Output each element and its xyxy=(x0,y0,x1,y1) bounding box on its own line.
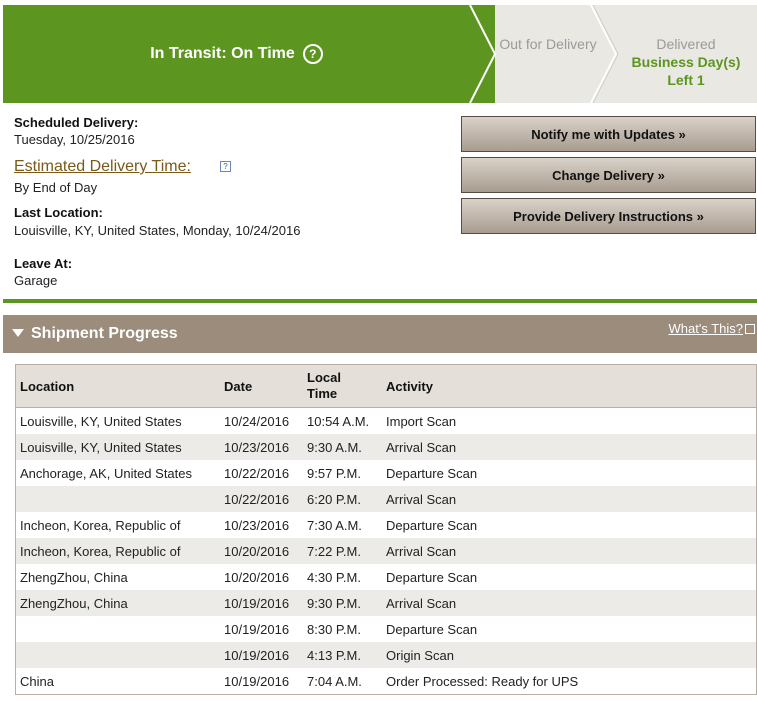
table-body: Louisville, KY, United States 10/24/2016 1… xyxy=(15,408,757,695)
table-row: Incheon, Korea, Republic of 10/20/2016 7:2… xyxy=(15,538,757,564)
cell-date: 10/19/2016 xyxy=(224,673,290,689)
last-location-value: Louisville, KY, United States, Monday, 1… xyxy=(14,223,301,238)
table-row: 10/22/2016 6:20 P.M. Arrival Scan xyxy=(15,486,757,512)
days-left: Business Day(s) Left 1 xyxy=(631,54,741,88)
table-row: ZhengZhou, China 10/20/2016 4:30 P.M. Depar… xyxy=(16,564,757,590)
table-row: Anchorage, AK, United States 10/22/2016 9:… xyxy=(16,460,757,486)
cell-location: Incheon, Korea, Republic of xyxy=(20,517,181,533)
cell-location: Louisville, KY, United States xyxy=(20,439,182,455)
cell-activity: Departure Scan xyxy=(386,517,478,533)
col-local-time-text: Local Time xyxy=(307,370,341,401)
cell-time: 9:30 P.M. xyxy=(307,595,361,611)
cell-date: 10/22/2016 xyxy=(224,491,290,507)
table-row: Louisville, KY, United States 10/24/2016 1… xyxy=(16,408,757,435)
cell-time: 4:30 P.M. xyxy=(307,569,361,585)
current-stage-text: In Transit: On Time xyxy=(150,45,295,62)
cell-location: ZhengZhou, China xyxy=(20,569,128,585)
cell-activity: Arrival Scan xyxy=(386,543,457,559)
cell-activity: Departure Scan xyxy=(386,569,478,585)
cell-location: Louisville, KY, United States xyxy=(20,413,182,429)
cell-activity: Departure Scan xyxy=(386,621,478,637)
external-link-icon xyxy=(745,324,755,334)
stage-delivered-label: Delivered xyxy=(656,36,716,52)
cell-location: Anchorage, AK, United States xyxy=(20,465,192,481)
col-local-time: Local Time xyxy=(303,364,382,408)
table-row: 10/19/2016 4:13 P.M. Origin Scan xyxy=(15,642,757,668)
cell-location: ZhengZhou, China xyxy=(20,595,128,611)
cell-activity: Origin Scan xyxy=(386,647,454,663)
cell-activity: Order Processed: Ready for UPS xyxy=(386,673,579,689)
cell-activity: Arrival Scan xyxy=(386,595,457,611)
cell-location xyxy=(16,616,221,642)
col-activity: Activity xyxy=(382,364,757,408)
notify-updates-button[interactable]: Notify me with Updates » xyxy=(461,116,756,152)
shipment-progress-table: Location Date Local Time Activity Louisv… xyxy=(15,364,757,695)
table-row: China 10/19/2016 7:04 A.M. Order Processed:… xyxy=(16,668,757,695)
help-circle-icon[interactable]: ? xyxy=(302,44,323,64)
cell-location: China xyxy=(20,673,54,689)
shipment-progress-header[interactable]: Shipment Progress What's This? xyxy=(3,315,757,353)
col-location: Location xyxy=(15,364,220,408)
table-row: Incheon, Korea, Republic of 10/23/2016 7:3… xyxy=(16,512,757,538)
cell-date: 10/19/2016 xyxy=(224,595,290,611)
cell-activity: Arrival Scan xyxy=(386,491,457,507)
status-progress-bar: In Transit: On Time ? Out for Delivery D… xyxy=(3,5,757,103)
cell-time: 7:30 A.M. xyxy=(307,517,362,533)
collapse-triangle-icon[interactable] xyxy=(12,329,24,337)
table-row: 10/19/2016 8:30 P.M. Departure Scan xyxy=(16,616,757,642)
cell-time: 10:54 A.M. xyxy=(307,413,370,429)
table-row: Louisville, KY, United States 10/23/2016 9… xyxy=(15,434,757,460)
stage-delivered: Delivered Business Day(s) Left 1 xyxy=(621,35,751,89)
cell-location: Incheon, Korea, Republic of xyxy=(20,543,181,559)
cell-date: 10/24/2016 xyxy=(224,413,290,429)
cell-time: 6:20 P.M. xyxy=(307,491,361,507)
cell-activity: Departure Scan xyxy=(386,465,478,481)
cell-time: 7:22 P.M. xyxy=(307,543,361,559)
stage-in-transit-label: In Transit: On Time ? xyxy=(3,5,470,103)
shipment-progress-title: Shipment Progress xyxy=(31,325,178,342)
cell-activity: Arrival Scan xyxy=(386,439,457,455)
stage-out-for-delivery: Out for Delivery xyxy=(499,36,597,52)
cell-activity: Import Scan xyxy=(386,413,457,429)
cell-location xyxy=(16,642,221,668)
cell-time: 9:30 A.M. xyxy=(307,439,362,455)
whats-this-link[interactable]: What's This? xyxy=(669,321,744,336)
scheduled-delivery-label: Scheduled Delivery: xyxy=(14,115,139,130)
leave-at-label: Leave At: xyxy=(14,256,73,271)
cell-date: 10/19/2016 xyxy=(224,647,290,663)
cell-date: 10/20/2016 xyxy=(224,543,290,559)
scheduled-delivery-value: Tuesday, 10/25/2016 xyxy=(14,132,135,147)
cell-time: 8:30 P.M. xyxy=(307,621,361,637)
estimated-delivery-value: By End of Day xyxy=(14,180,98,195)
delivery-instructions-button[interactable]: Provide Delivery Instructions » xyxy=(461,198,756,234)
leave-at-value: Garage xyxy=(14,273,58,288)
cell-time: 9:57 P.M. xyxy=(307,465,361,481)
cell-time: 7:04 A.M. xyxy=(307,673,362,689)
cell-date: 10/19/2016 xyxy=(224,621,290,637)
col-date: Date xyxy=(220,364,303,408)
cell-date: 10/23/2016 xyxy=(224,517,290,533)
shipment-progress-panel: Location Date Local Time Activity Louisv… xyxy=(3,353,757,698)
cell-date: 10/22/2016 xyxy=(224,465,290,481)
cell-date: 10/23/2016 xyxy=(224,439,290,455)
cell-time: 4:13 P.M. xyxy=(307,647,361,663)
last-location-label: Last Location: xyxy=(14,205,103,220)
help-icon[interactable]: ? xyxy=(220,161,231,172)
table-header-row: Location Date Local Time Activity xyxy=(15,364,757,408)
table-row: ZhengZhou, China 10/19/2016 9:30 P.M. Arriv… xyxy=(15,590,757,616)
change-delivery-button[interactable]: Change Delivery » xyxy=(461,157,756,193)
cell-date: 10/20/2016 xyxy=(224,569,290,585)
estimated-delivery-link[interactable]: Estimated Delivery Time: xyxy=(14,158,191,176)
cell-location xyxy=(16,486,221,512)
